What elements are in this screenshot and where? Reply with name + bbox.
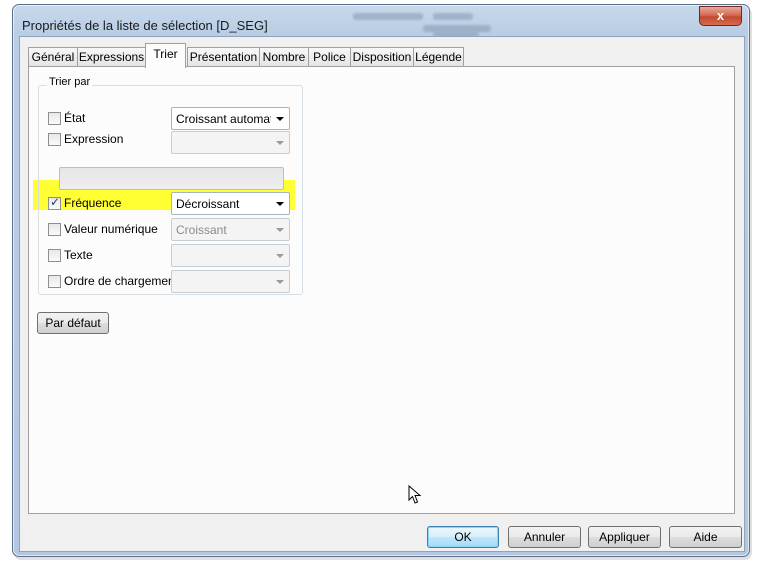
state-label: État: [64, 111, 86, 125]
ok-button[interactable]: OK: [427, 526, 499, 548]
apply-button[interactable]: Appliquer: [588, 526, 661, 548]
load-order-label: Ordre de chargement: [64, 274, 179, 288]
properties-dialog: Propriétés de la liste de sélection [D_S…: [12, 4, 750, 557]
tab-label: Général: [31, 50, 75, 64]
expression-input[interactable]: [59, 167, 284, 190]
tab-label: Police: [313, 50, 346, 64]
chevron-down-icon: [276, 228, 284, 232]
tab-general[interactable]: Général: [28, 47, 78, 67]
tab-label: Nombre: [262, 50, 306, 64]
blurred-background-text: [423, 25, 491, 32]
expression-order-select[interactable]: [171, 131, 290, 154]
tab-sort[interactable]: Trier: [145, 43, 186, 68]
tab-label: Trier: [153, 47, 178, 61]
dialog-client-area: Général Expressions Trier Présentation N…: [19, 36, 745, 552]
numeric-value-label: Valeur numérique: [64, 222, 158, 236]
tab-layout[interactable]: Disposition: [350, 47, 414, 67]
numeric-value-order-select[interactable]: Croissant: [171, 218, 290, 241]
tab-legend[interactable]: Légende: [413, 47, 464, 67]
chevron-down-icon: [276, 141, 284, 145]
tab-label: Expressions: [78, 50, 145, 64]
sort-tab-panel: Trier par État Croissant automatique Exp…: [28, 66, 735, 514]
reset-default-button[interactable]: Par défaut: [37, 312, 109, 334]
frequency-checkbox[interactable]: ✓: [48, 195, 61, 210]
text-label: Texte: [64, 248, 93, 262]
tab-number[interactable]: Nombre: [259, 47, 309, 67]
text-order-select[interactable]: [171, 244, 290, 267]
frequency-order-select[interactable]: Décroissant: [171, 192, 290, 215]
tab-font[interactable]: Police: [308, 47, 351, 67]
state-checkbox[interactable]: [48, 112, 61, 125]
load-order-checkbox[interactable]: [48, 275, 61, 288]
load-order-select[interactable]: [171, 270, 290, 293]
tab-label: Légende: [415, 50, 462, 64]
tab-presentation[interactable]: Présentation: [187, 47, 260, 67]
close-icon: x: [716, 8, 725, 23]
expression-checkbox[interactable]: [48, 133, 61, 146]
chevron-down-icon: [276, 117, 284, 121]
tab-expressions[interactable]: Expressions: [77, 47, 146, 67]
chevron-down-icon: [276, 202, 284, 206]
numeric-value-order-value: Croissant: [176, 223, 227, 237]
tab-label: Disposition: [352, 50, 412, 64]
state-order-select[interactable]: Croissant automatique: [171, 107, 290, 130]
chevron-down-icon: [276, 254, 284, 258]
numeric-value-checkbox[interactable]: [48, 223, 61, 236]
close-button[interactable]: x: [699, 6, 742, 26]
checkmark-icon: ✓: [50, 195, 61, 209]
text-checkbox[interactable]: [48, 249, 61, 262]
cancel-button[interactable]: Annuler: [508, 526, 581, 548]
expression-label: Expression: [64, 132, 124, 146]
frequency-label: Fréquence: [64, 196, 122, 210]
help-button[interactable]: Aide: [669, 526, 742, 548]
blurred-background-text: [433, 13, 473, 20]
tab-label: Présentation: [189, 50, 258, 64]
blurred-background-text: [353, 13, 423, 20]
state-order-value: Croissant automatique: [176, 112, 271, 126]
mouse-pointer-icon: [408, 485, 422, 504]
sort-by-group-label: Trier par: [47, 76, 93, 88]
window-title: Propriétés de la liste de sélection [D_S…: [22, 18, 268, 33]
frequency-order-value: Décroissant: [176, 197, 240, 211]
chevron-down-icon: [276, 280, 284, 284]
